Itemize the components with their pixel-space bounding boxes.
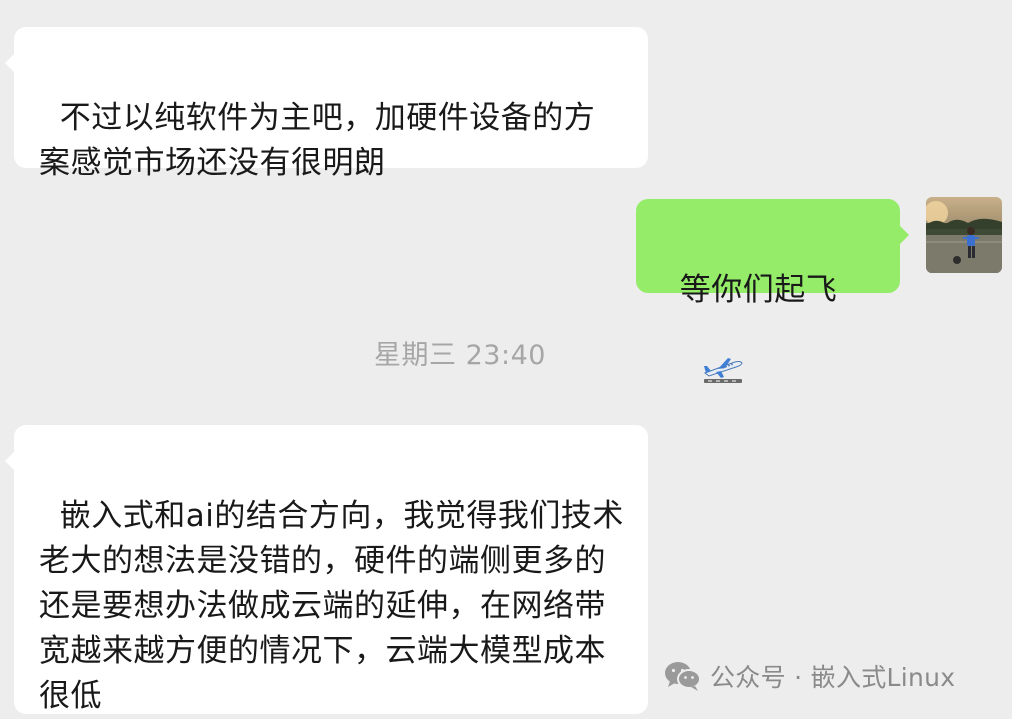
watermark: 公众号 · 嵌入式Linux (664, 656, 955, 696)
message-text: 不过以纯软件为主吧，加硬件设备的方案感觉市场还没有很明朗 (39, 100, 596, 181)
message-bubble-incoming[interactable]: 不过以纯软件为主吧，加硬件设备的方案感觉市场还没有很明朗 (5, 27, 648, 181)
watermark-text: 公众号 · 嵌入式Linux (710, 663, 956, 692)
message-bubble-incoming[interactable]: 嵌入式和ai的结合方向，我觉得我们技术老大的想法是没错的，硬件的端侧更多的还是要… (5, 425, 648, 714)
message-text: 等你们起飞 (679, 272, 838, 308)
timestamp: 星期三 23:40 (374, 340, 546, 371)
message-text: 嵌入式和ai的结合方向，我觉得我们技术老大的想法是没错的，硬件的端侧更多的还是要… (39, 498, 624, 714)
avatar[interactable] (926, 197, 1002, 273)
wechat-icon (664, 660, 702, 692)
message-bubble-outgoing[interactable]: 等你们起飞 (636, 199, 909, 383)
